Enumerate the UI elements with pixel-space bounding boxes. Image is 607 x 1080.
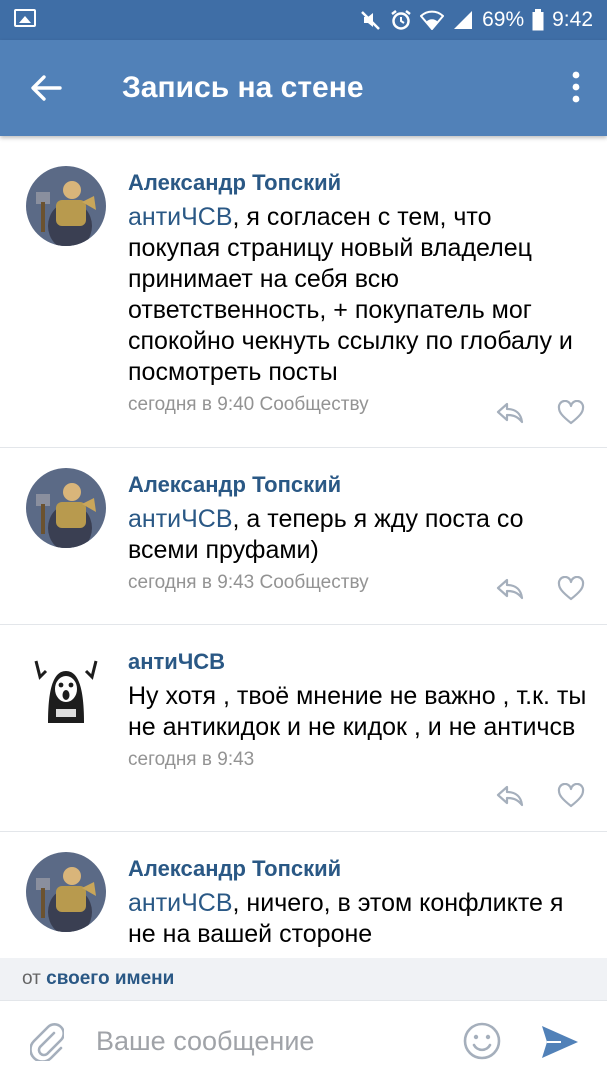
more-options-icon[interactable]: [571, 68, 581, 108]
comment-item: Александр Топский антиЧСВ, я согласен с …: [0, 146, 607, 448]
paperclip-icon[interactable]: [29, 1023, 65, 1063]
like-heart-icon[interactable]: [557, 575, 585, 602]
page-title: Запись на стене: [122, 71, 364, 104]
warrior-avatar-icon: [26, 468, 106, 548]
cartoon-avatar-icon: [26, 647, 106, 727]
post-as-prefix: от: [22, 968, 41, 989]
comment-reply-target: Сообществу: [259, 394, 369, 415]
status-bar: 69% 9:42: [0, 0, 607, 40]
battery-icon: [532, 9, 544, 31]
mention-link[interactable]: антиЧСВ: [128, 505, 233, 533]
emoji-icon[interactable]: [462, 1021, 502, 1061]
author-avatar[interactable]: [26, 852, 106, 932]
author-avatar[interactable]: [26, 166, 106, 246]
comment-author-link[interactable]: Александр Топский: [128, 470, 587, 500]
comment-reply-target: Сообществу: [259, 572, 369, 593]
comment-actions: [487, 574, 607, 604]
comment-time: сегодня в 9:43: [128, 572, 255, 593]
like-heart-icon[interactable]: [557, 782, 585, 809]
warrior-avatar-icon: [26, 852, 106, 932]
back-arrow-icon[interactable]: [28, 70, 64, 106]
mention-link[interactable]: антиЧСВ: [128, 889, 233, 917]
comment-item: антиЧСВ Ну хотя , твоё мнение не важно ,…: [0, 625, 607, 832]
alarm-icon: [390, 9, 412, 31]
gallery-notification-icon: [14, 9, 36, 27]
comment-author-link[interactable]: Александр Топский: [128, 168, 587, 198]
comment-author-link[interactable]: антиЧСВ: [128, 647, 587, 677]
post-as-bar[interactable]: от своего имени: [0, 958, 607, 1000]
comment-text: антиЧСВ, я согласен с тем, что покупая с…: [128, 203, 573, 386]
comment-actions: [487, 781, 607, 811]
comment-item: Александр Топский антиЧСВ, ничего, в это…: [0, 832, 607, 958]
author-avatar[interactable]: [26, 468, 106, 548]
comment-time: сегодня в 9:40: [128, 394, 255, 415]
clock: 9:42: [552, 8, 593, 31]
author-avatar[interactable]: [26, 647, 106, 727]
comment-text: Ну хотя , твоё мнение не важно , т.к. ты…: [128, 682, 587, 741]
comment-author-link[interactable]: Александр Топский: [128, 854, 587, 884]
signal-icon: [452, 10, 474, 30]
reply-icon[interactable]: [495, 400, 525, 426]
status-icons: 69% 9:42: [360, 0, 593, 40]
like-heart-icon[interactable]: [557, 399, 585, 426]
comment-meta: сегодня в 9:43: [128, 747, 587, 773]
comment-actions: [487, 398, 607, 428]
post-as-name-link[interactable]: своего имени: [46, 968, 174, 989]
battery-percent: 69%: [482, 8, 525, 31]
app-bar: Запись на стене: [0, 40, 607, 136]
message-input[interactable]: [96, 1019, 446, 1063]
wifi-icon: [420, 10, 445, 30]
message-composer: [0, 1000, 607, 1080]
comments-list[interactable]: Александр Топский антиЧСВ, я согласен с …: [0, 146, 607, 958]
comment-item: Александр Топский антиЧСВ, а теперь я жд…: [0, 448, 607, 625]
comment-text: антиЧСВ, ничего, в этом конфликте я не н…: [128, 889, 564, 948]
mute-icon: [360, 9, 382, 31]
send-icon[interactable]: [540, 1023, 580, 1061]
warrior-avatar-icon: [26, 166, 106, 246]
reply-icon[interactable]: [495, 576, 525, 602]
reply-icon[interactable]: [495, 783, 525, 809]
mention-link[interactable]: антиЧСВ: [128, 203, 233, 231]
comment-text: антиЧСВ, а теперь я жду поста со всеми п…: [128, 505, 524, 564]
comment-time: сегодня в 9:43: [128, 749, 255, 770]
